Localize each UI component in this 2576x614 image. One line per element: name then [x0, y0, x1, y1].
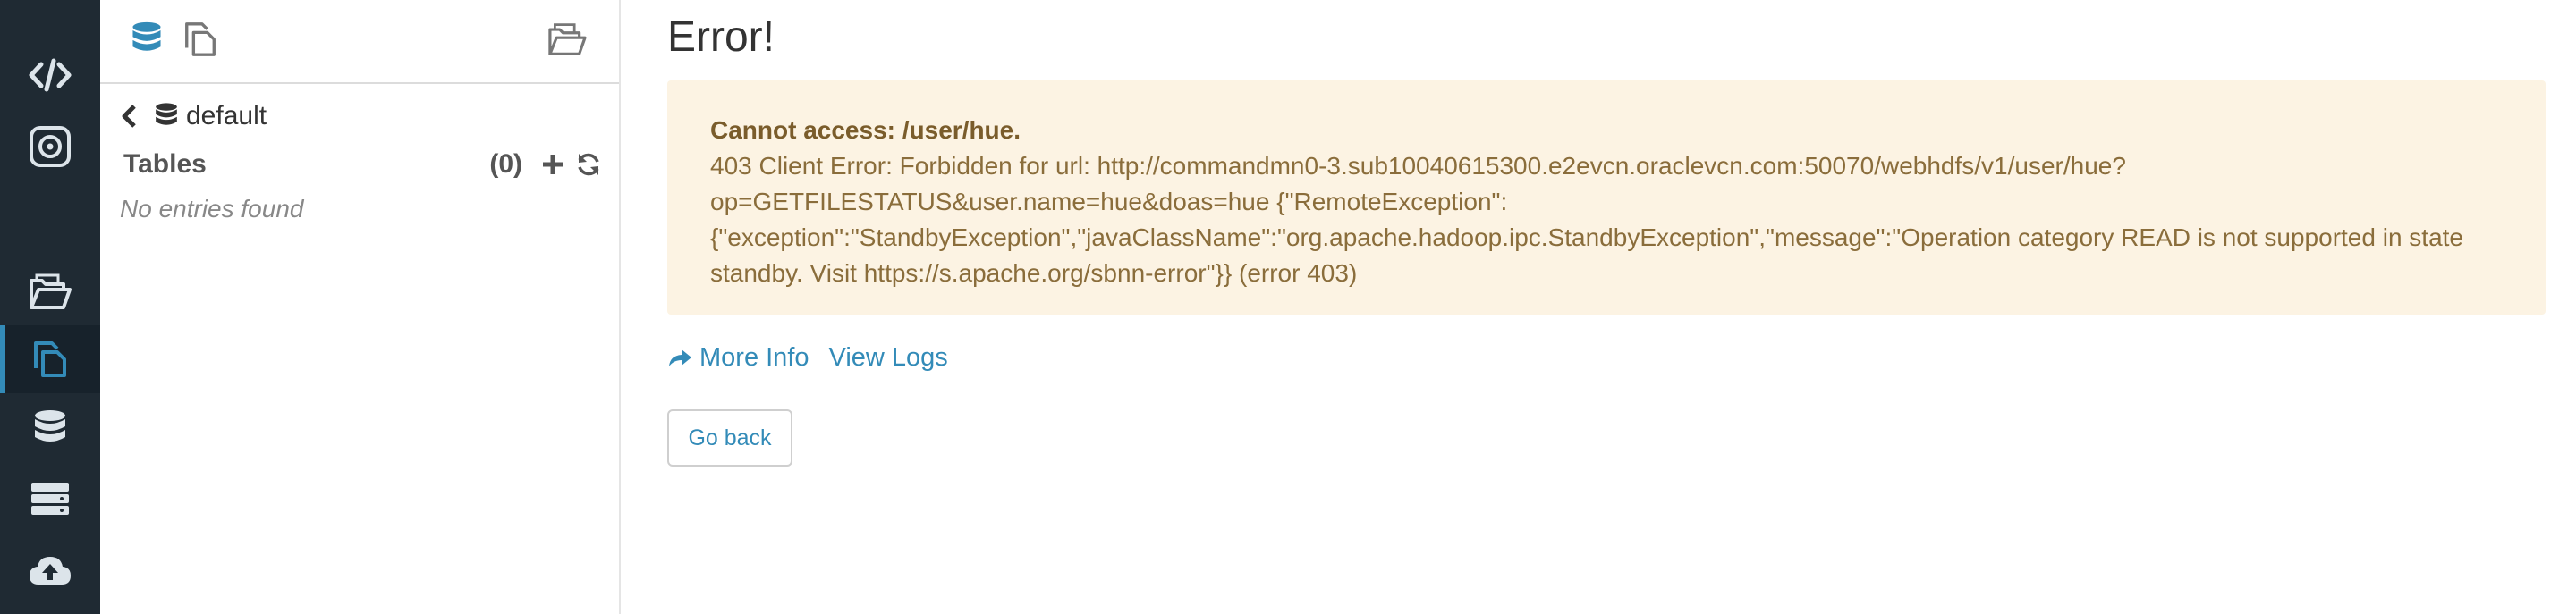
rail-dashboard-button[interactable] [0, 113, 100, 181]
main-content: Error! Cannot access: /user/hue. 403 Cli… [667, 0, 2546, 614]
go-back-button[interactable]: Go back [667, 409, 792, 467]
refresh-icon [578, 153, 599, 176]
tab-documents[interactable] [177, 16, 224, 63]
database-icon [156, 103, 177, 125]
target-icon [30, 126, 71, 167]
tab-files[interactable] [544, 16, 590, 63]
breadcrumb: default [116, 97, 267, 136]
rail-tables-button[interactable] [0, 395, 100, 463]
rail-editor-button[interactable] [0, 41, 100, 109]
folder-open-icon [30, 273, 72, 309]
view-logs-link[interactable]: View Logs [829, 343, 948, 373]
code-icon [29, 58, 72, 92]
view-logs-label: View Logs [828, 342, 948, 372]
back-button[interactable] [116, 98, 141, 134]
share-icon [669, 349, 691, 366]
error-alert: Cannot access: /user/hue. 403 Client Err… [667, 80, 2546, 315]
database-icon [35, 410, 65, 442]
plus-icon [543, 155, 563, 174]
tables-title: Tables [123, 149, 207, 179]
tables-count: (0) [489, 149, 522, 179]
add-table-button[interactable] [535, 147, 571, 182]
error-links: More Info View Logs [667, 338, 948, 377]
tables-header: Tables (0) [123, 145, 606, 184]
empty-message: No entries found [120, 195, 304, 223]
folder-open-icon [548, 23, 587, 55]
left-nav-rail [0, 0, 100, 614]
copy-icon [185, 22, 216, 56]
database-name: default [186, 101, 267, 130]
tab-sql[interactable] [123, 16, 170, 63]
alert-heading: Cannot access: /user/hue. [710, 116, 1021, 144]
assist-panel: default Tables (0) No entries found [100, 0, 621, 614]
database-icon [132, 21, 161, 51]
cloud-upload-icon [30, 557, 71, 585]
more-info-label: More Info [699, 342, 809, 372]
rail-jobs-button[interactable] [0, 465, 100, 533]
rail-documents-button[interactable] [0, 325, 100, 393]
copy-icon [34, 341, 66, 377]
chevron-left-icon [122, 105, 136, 128]
assist-panel-tabs [100, 0, 619, 84]
server-icon [31, 483, 69, 515]
rail-files-button[interactable] [0, 257, 100, 325]
page-title: Error! [667, 13, 775, 61]
database-selector[interactable]: default [154, 101, 267, 131]
refresh-button[interactable] [571, 147, 606, 182]
more-info-link[interactable]: More Info [667, 343, 809, 373]
rail-upload-button[interactable] [0, 536, 100, 604]
alert-message: 403 Client Error: Forbidden for url: htt… [710, 152, 2463, 287]
